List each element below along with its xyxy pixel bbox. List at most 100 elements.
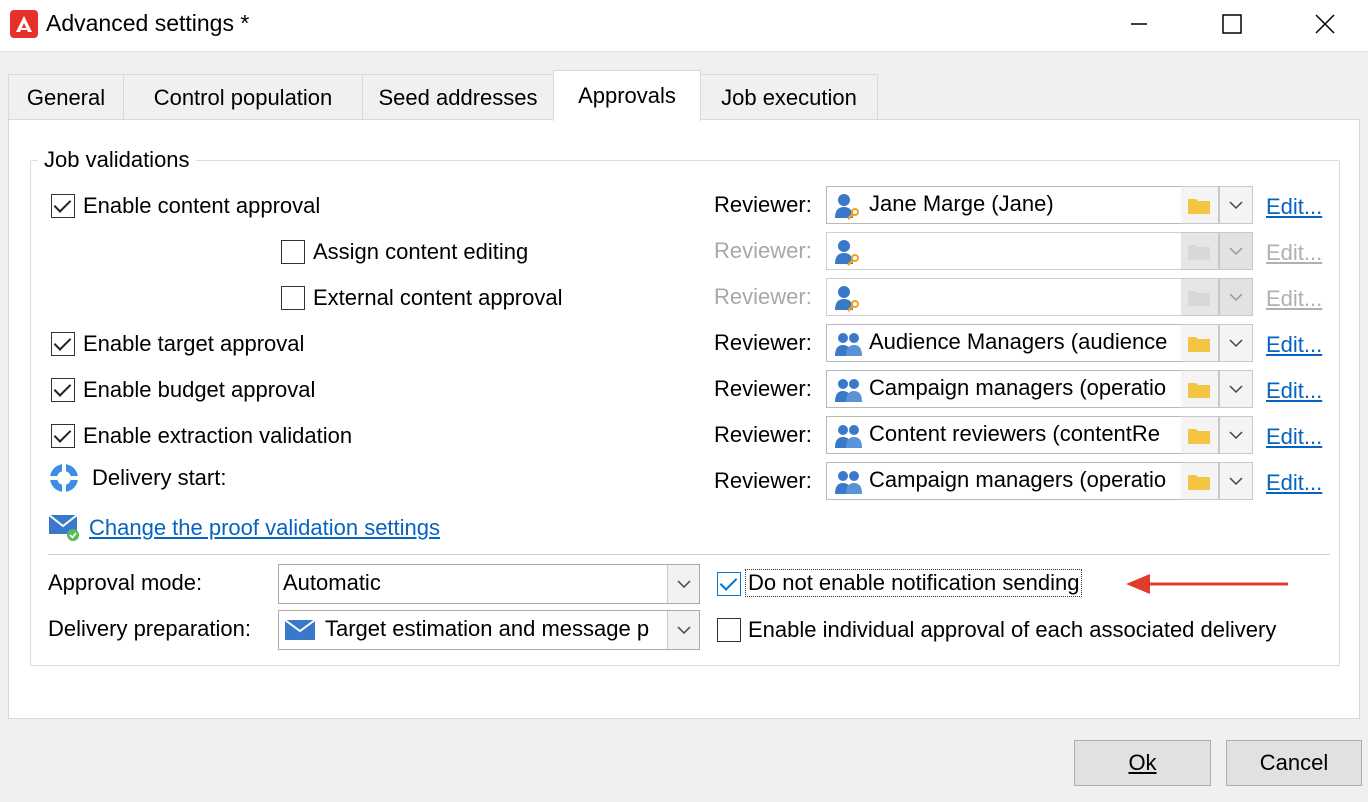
user-key-icon: [833, 192, 863, 223]
external-content-approval-checkbox[interactable]: [281, 286, 305, 310]
cancel-button[interactable]: Cancel: [1226, 740, 1362, 786]
approval-mode-select[interactable]: Automatic: [278, 564, 700, 604]
delivery-start-icon: [48, 462, 80, 500]
delivery-preparation-select[interactable]: Target estimation and message p: [278, 610, 700, 650]
window-title: Advanced settings *: [46, 10, 250, 36]
checkbox-label: Enable budget approval: [83, 377, 316, 402]
reviewer-value: Campaign managers (operatio: [869, 375, 1167, 400]
delivery-preparation-value: Target estimation and message p: [325, 616, 650, 641]
checkbox-label: External content approval: [313, 285, 563, 310]
tab-general[interactable]: General: [8, 74, 124, 120]
reviewer-label: Reviewer:: [714, 238, 812, 263]
tab-job-execution[interactable]: Job execution: [700, 74, 878, 120]
envelope-icon: [284, 619, 317, 647]
dropdown-button: [1219, 232, 1253, 270]
reviewer-value: Campaign managers (operatio: [869, 467, 1167, 492]
ok-button-label: Ok: [1128, 750, 1157, 775]
checkbox-label: Assign content editing: [313, 239, 529, 264]
edit-link[interactable]: Edit...: [1266, 194, 1322, 220]
tab-label: General: [26, 84, 106, 110]
folder-icon: [1188, 475, 1210, 490]
folder-icon: [1188, 429, 1210, 444]
checkbox-label: Enable content approval: [83, 193, 321, 218]
edit-link: Edit...: [1266, 240, 1323, 265]
chevron-down-icon: [1229, 385, 1243, 394]
individual-approval-checkbox[interactable]: [717, 618, 741, 642]
dropdown-button[interactable]: [1219, 186, 1253, 224]
assign-content-editing-checkbox[interactable]: [281, 240, 305, 264]
folder-icon: [1188, 291, 1210, 306]
no-notification-label: Do not enable notification sending: [745, 569, 1083, 597]
reviewer-field-delivery-start[interactable]: Campaign managers (operatio: [826, 462, 1182, 500]
individual-approval-label: Enable individual approval of each assoc…: [748, 617, 1277, 642]
annotation-arrow: [1124, 572, 1292, 602]
folder-icon: [1188, 245, 1210, 260]
tab-control-population[interactable]: Control population: [123, 74, 363, 120]
reviewer-label: Reviewer:: [714, 330, 812, 355]
group-legend: Job validations: [38, 147, 196, 173]
group-icon: [833, 376, 865, 407]
tab-label: Control population: [153, 84, 333, 110]
minimize-icon[interactable]: [1116, 4, 1162, 44]
enable-extraction-validation-checkbox[interactable]: [51, 424, 75, 448]
user-key-icon: [833, 284, 863, 315]
group-icon: [833, 422, 865, 453]
group-icon: [833, 330, 865, 361]
reviewer-label: Reviewer:: [714, 468, 812, 493]
chevron-down-icon: [667, 611, 699, 649]
folder-button[interactable]: [1181, 186, 1219, 224]
ok-button[interactable]: Ok: [1074, 740, 1211, 786]
dropdown-button: [1219, 278, 1253, 316]
enable-target-approval-checkbox[interactable]: [51, 332, 75, 356]
reviewer-field-target[interactable]: Audience Managers (audience: [826, 324, 1182, 362]
folder-icon: [1188, 383, 1210, 398]
chevron-down-icon: [1229, 477, 1243, 486]
reviewer-field-content[interactable]: Jane Marge (Jane): [826, 186, 1182, 224]
delivery-preparation-label: Delivery preparation:: [48, 616, 251, 641]
dropdown-button[interactable]: [1219, 324, 1253, 362]
folder-button: [1181, 278, 1219, 316]
edit-link[interactable]: Edit...: [1266, 378, 1322, 404]
reviewer-field-external: [826, 278, 1182, 316]
chevron-down-icon: [1229, 201, 1243, 210]
folder-button: [1181, 232, 1219, 270]
dropdown-button[interactable]: [1219, 462, 1253, 500]
close-icon[interactable]: [1302, 4, 1348, 44]
group-icon: [833, 468, 865, 499]
folder-button[interactable]: [1181, 462, 1219, 500]
dropdown-button[interactable]: [1219, 416, 1253, 454]
no-notification-checkbox[interactable]: [717, 572, 741, 596]
reviewer-label: Reviewer:: [714, 284, 812, 309]
chevron-down-icon: [667, 565, 699, 603]
checkbox-label: Enable extraction validation: [83, 423, 353, 448]
reviewer-label: Reviewer:: [714, 192, 812, 217]
chevron-down-icon: [1229, 293, 1243, 302]
folder-button[interactable]: [1181, 370, 1219, 408]
approval-mode-label: Approval mode:: [48, 570, 203, 595]
folder-button[interactable]: [1181, 416, 1219, 454]
folder-icon: [1188, 337, 1210, 352]
edit-link[interactable]: Edit...: [1266, 424, 1322, 450]
tab-seed-addresses[interactable]: Seed addresses: [362, 74, 554, 120]
checkbox-label: Enable target approval: [83, 331, 305, 356]
reviewer-label: Reviewer:: [714, 422, 812, 447]
proof-validation-link[interactable]: Change the proof validation settings: [89, 515, 440, 541]
chevron-down-icon: [1229, 431, 1243, 440]
reviewer-field-budget[interactable]: Campaign managers (operatio: [826, 370, 1182, 408]
edit-link: Edit...: [1266, 286, 1323, 311]
separator: [48, 554, 1330, 555]
enable-content-approval-checkbox[interactable]: [51, 194, 75, 218]
dropdown-button[interactable]: [1219, 370, 1253, 408]
tab-label: Job execution: [721, 84, 857, 110]
enable-budget-approval-checkbox[interactable]: [51, 378, 75, 402]
tab-approvals[interactable]: Approvals: [553, 70, 701, 121]
edit-link[interactable]: Edit...: [1266, 332, 1322, 358]
folder-button[interactable]: [1181, 324, 1219, 362]
reviewer-value: Audience Managers (audience: [869, 329, 1168, 354]
edit-link[interactable]: Edit...: [1266, 470, 1322, 496]
cancel-button-label: Cancel: [1259, 750, 1329, 775]
reviewer-field-extraction[interactable]: Content reviewers (contentRe: [826, 416, 1182, 454]
reviewer-value: Jane Marge (Jane): [869, 191, 1054, 216]
maximize-icon[interactable]: [1209, 4, 1255, 44]
tab-label: Approvals: [578, 83, 676, 108]
